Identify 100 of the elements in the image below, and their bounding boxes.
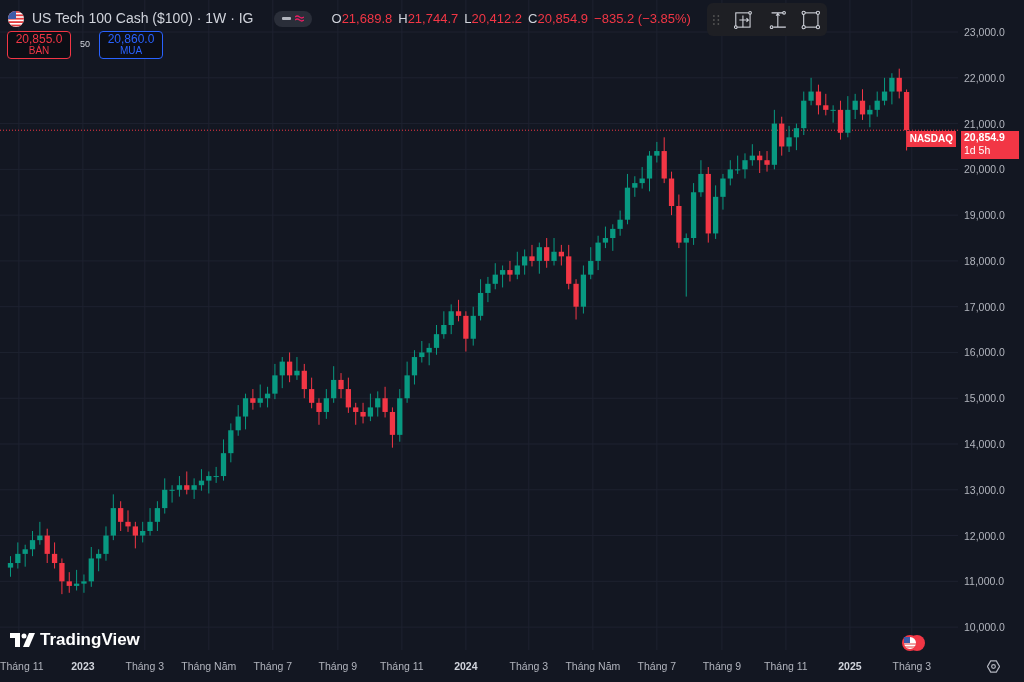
candlestick bbox=[308, 377, 315, 409]
price-label: 12,000.0 bbox=[964, 528, 1005, 544]
candlestick bbox=[823, 93, 829, 116]
candlestick bbox=[830, 104, 836, 124]
candlestick bbox=[727, 159, 733, 186]
candlestick bbox=[779, 116, 785, 157]
candlestick bbox=[103, 525, 109, 562]
settings-icon[interactable] bbox=[987, 660, 1000, 673]
candlestick bbox=[896, 68, 902, 99]
price-label: 15,000.0 bbox=[964, 391, 1005, 407]
candlestick bbox=[617, 210, 623, 237]
candlestick bbox=[477, 278, 484, 321]
ohlc-value: C20,854.9 bbox=[528, 9, 589, 28]
candlestick bbox=[59, 557, 65, 595]
candlestick bbox=[375, 390, 381, 418]
candlestick bbox=[867, 104, 873, 128]
candlestick bbox=[610, 223, 616, 252]
candlestick bbox=[88, 546, 94, 588]
rectangle-icon[interactable] bbox=[801, 8, 821, 31]
candlestick bbox=[411, 349, 418, 386]
candlestick bbox=[602, 226, 609, 249]
candlestick bbox=[301, 363, 307, 399]
price-label: 16,000.0 bbox=[964, 345, 1005, 361]
candlestick bbox=[492, 262, 498, 290]
candlestick bbox=[837, 100, 844, 141]
candlestick bbox=[140, 521, 146, 543]
candlestick bbox=[316, 397, 322, 426]
candlestick bbox=[720, 173, 726, 211]
candlestick bbox=[147, 507, 153, 537]
candlestick bbox=[51, 541, 58, 570]
candlestick bbox=[632, 175, 638, 198]
candlestick bbox=[29, 530, 36, 557]
candlestick bbox=[154, 500, 161, 532]
candlestick bbox=[698, 159, 704, 198]
candlestick bbox=[184, 470, 190, 495]
time-label: Tháng Năm bbox=[565, 659, 621, 674]
candlestick bbox=[551, 237, 557, 266]
candlestick bbox=[353, 402, 359, 426]
candlestick bbox=[206, 470, 212, 494]
time-label: Tháng 9 bbox=[702, 659, 742, 674]
candlestick bbox=[742, 152, 748, 180]
symbol-tag: NASDAQ bbox=[906, 131, 956, 148]
candlestick bbox=[367, 393, 374, 422]
candlestick bbox=[852, 93, 858, 120]
price-label: 20,000.0 bbox=[964, 162, 1005, 178]
candlestick bbox=[360, 402, 366, 424]
drag-handle-icon[interactable] bbox=[713, 13, 721, 26]
candlestick bbox=[654, 141, 660, 163]
candlestick bbox=[294, 356, 300, 381]
price-label: 18,000.0 bbox=[964, 253, 1005, 269]
candlestick bbox=[132, 521, 138, 549]
candlestick bbox=[118, 500, 124, 532]
buy-button[interactable]: 20,860.0 MUA bbox=[99, 31, 163, 59]
candlestick bbox=[485, 276, 491, 303]
ohlc-value: O21,689.8 bbox=[331, 9, 393, 28]
candlestick bbox=[881, 77, 888, 106]
candlestick bbox=[595, 235, 601, 271]
candlestick bbox=[404, 361, 410, 404]
last-price-label: 20,854.9 1d 5h bbox=[961, 131, 1019, 160]
candlestick bbox=[448, 303, 454, 335]
candlestick bbox=[793, 123, 800, 151]
time-label: 2023 bbox=[71, 659, 95, 674]
time-label: Tháng 3 bbox=[125, 659, 165, 674]
candlestick bbox=[169, 484, 175, 504]
event-flag-icon[interactable] bbox=[900, 634, 926, 652]
candlestick bbox=[220, 438, 227, 482]
candlestick bbox=[22, 544, 28, 568]
candlestick bbox=[683, 232, 689, 298]
candlestick bbox=[514, 251, 520, 280]
wave-icon bbox=[294, 15, 304, 22]
symbol-title: US Tech 100 Cash ($100) · 1W · IG bbox=[32, 9, 254, 28]
candlestick bbox=[323, 388, 329, 420]
time-label: Tháng 9 bbox=[318, 659, 358, 674]
price-label: 14,000.0 bbox=[964, 437, 1005, 452]
logo-icon bbox=[10, 632, 36, 647]
time-label: Tháng Năm bbox=[181, 659, 237, 674]
price-label: 13,000.0 bbox=[964, 482, 1005, 498]
candlestick bbox=[272, 363, 278, 400]
price-change: −835.2 (−3.85%) bbox=[594, 9, 691, 28]
candlestick bbox=[544, 237, 550, 269]
candlestick bbox=[646, 150, 653, 192]
candlestick bbox=[463, 310, 469, 353]
price-range-icon[interactable] bbox=[767, 8, 788, 31]
candlestick bbox=[257, 384, 263, 408]
candlestick bbox=[507, 260, 513, 283]
candlestick bbox=[455, 299, 462, 322]
candlestick bbox=[522, 248, 528, 276]
sell-button[interactable]: 20,855.0 BÁN bbox=[7, 31, 71, 59]
candlestick bbox=[470, 306, 476, 347]
price-label: 21,000.0 bbox=[964, 116, 1005, 132]
time-label: 2025 bbox=[838, 659, 862, 674]
candlestick bbox=[44, 528, 50, 564]
candlestick bbox=[433, 324, 440, 356]
date-price-range-icon[interactable] bbox=[734, 8, 754, 31]
ohlc-value: L20,412.2 bbox=[464, 9, 523, 28]
time-label: Tháng 11 bbox=[0, 659, 44, 674]
candlestick bbox=[15, 541, 21, 570]
candlestick bbox=[338, 372, 344, 399]
candlestick bbox=[889, 72, 895, 105]
candlestick bbox=[389, 406, 396, 449]
